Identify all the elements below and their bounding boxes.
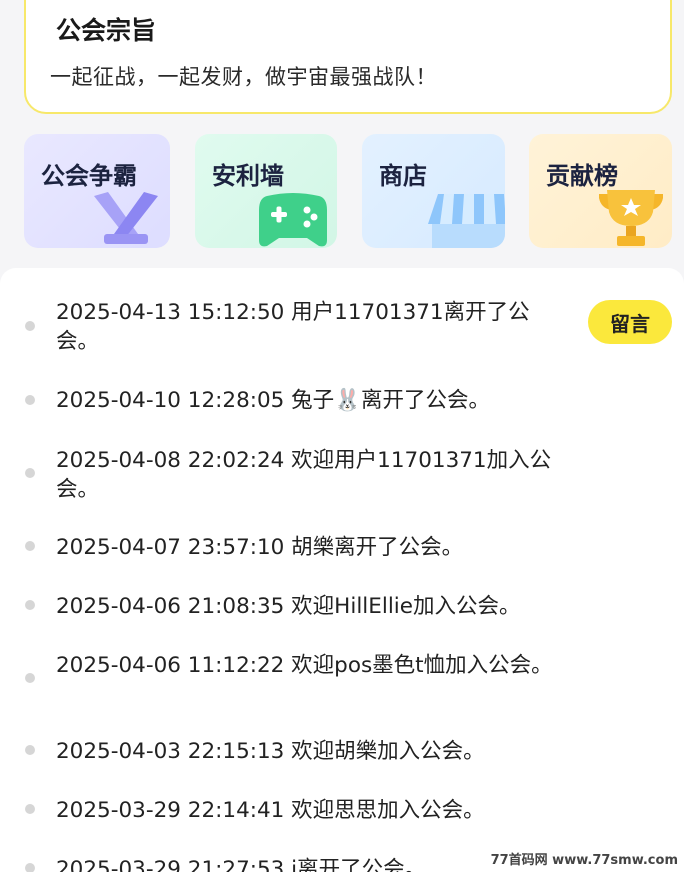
bullet-dot (25, 468, 35, 478)
log-text: 2025-04-13 15:12:50 用户11701371离开了公会。 (56, 300, 530, 354)
bullet-dot (25, 541, 35, 551)
tile-label: 商店 (379, 162, 427, 190)
site-watermark: 77首码网 www.77smw.com (490, 853, 678, 868)
motto-title: 公会宗旨 (56, 16, 157, 45)
guild-page: 公会宗旨 一起征战，一起发财，做宇宙最强战队！ 公会争霸 安利墙 商店 贡献榜 … (0, 0, 684, 872)
bullet-dot (25, 321, 35, 331)
tile-recommend-wall[interactable]: 安利墙 (195, 134, 337, 248)
bullet-dot (25, 863, 35, 872)
log-text: 2025-04-03 22:15:13 欢迎胡樂加入公会。 (56, 739, 485, 764)
tile-label: 安利墙 (212, 162, 284, 190)
log-text: 2025-03-29 21:27:53 i离开了公会。 (56, 857, 427, 872)
bullet-dot (25, 804, 35, 814)
tile-label: 贡献榜 (546, 162, 618, 190)
bullet-dot (25, 745, 35, 755)
tile-shop[interactable]: 商店 (362, 134, 505, 248)
guild-activity-log (0, 268, 684, 872)
tile-label: 公会争霸 (41, 162, 137, 190)
crossed-swords-icon (94, 192, 158, 244)
shop-awning-icon (428, 194, 505, 248)
bullet-dot (25, 395, 35, 405)
bullet-dot (25, 673, 35, 683)
gamepad-icon (259, 193, 327, 247)
log-text: 2025-04-06 11:12:22 欢迎pos墨色t恤加入公会。 (56, 653, 553, 678)
log-text: 2025-04-10 12:28:05 兔子🐰离开了公会。 (56, 388, 490, 413)
motto-text: 一起征战，一起发财，做宇宙最强战队！ (50, 65, 437, 89)
trophy-icon (599, 190, 663, 246)
log-text: 2025-04-07 23:57:10 胡樂离开了公会。 (56, 535, 464, 560)
leave-message-button[interactable]: 留言 (588, 300, 672, 344)
log-text: 2025-04-06 21:08:35 欢迎HillEllie加入公会。 (56, 594, 521, 619)
log-text: 2025-04-08 22:02:24 欢迎用户11701371加入公会。 (56, 448, 552, 502)
log-text: 2025-03-29 22:14:41 欢迎思思加入公会。 (56, 798, 485, 823)
tile-contribution-ranking[interactable]: 贡献榜 (529, 134, 672, 248)
tile-guild-battle[interactable]: 公会争霸 (24, 134, 170, 248)
bullet-dot (25, 600, 35, 610)
guild-motto-card: 公会宗旨 一起征战，一起发财，做宇宙最强战队！ (24, 0, 672, 114)
